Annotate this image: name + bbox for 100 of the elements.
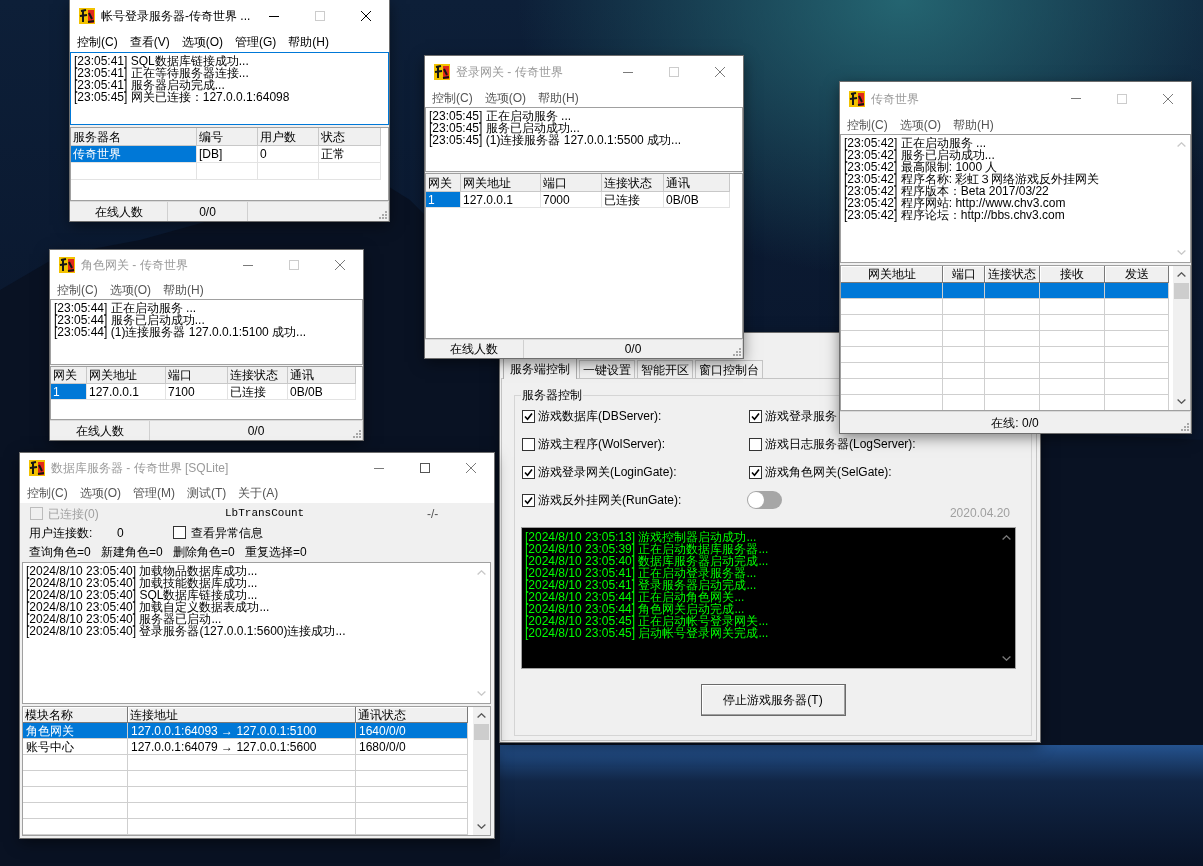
menu-item[interactable]: 帮助(H) [532,88,585,107]
table-cell [943,283,985,299]
menu-item[interactable]: 控制(C) [51,280,104,299]
log-entry: [23:05:42] 程序版本：Beta 2017/03/22 [844,185,1049,197]
table-cell[interactable] [841,283,943,299]
checkbox[interactable]: 游戏数据库(DBServer): [522,408,662,424]
menu-item[interactable]: 关于(A) [232,484,285,502]
menu-item[interactable]: 管理(M) [127,484,181,502]
column-header[interactable]: 发送 [1105,266,1169,283]
log-entry: [2024/8/10 23:05:40] 加载自定义数据表成功... [26,601,270,613]
column-header[interactable]: 端口 [943,266,985,283]
checkbox[interactable]: 游戏主程序(WolServer): [522,436,666,452]
checkbox[interactable]: 查看异常信息 [173,523,263,542]
log-entry: [23:05:42] 正在启动服务 ... [844,137,987,149]
scrollbar-thumb[interactable] [1174,283,1189,299]
menu-item[interactable]: 帮助(H) [157,280,210,299]
vertical-scrollbar[interactable] [473,707,490,835]
column-header[interactable]: 端口 [166,367,228,384]
column-header[interactable]: 通讯 [288,367,356,384]
scroll-up-icon[interactable] [1177,272,1186,277]
column-header[interactable]: 网关 [426,174,461,192]
menu-item[interactable]: 查看(V) [123,33,176,51]
column-header[interactable]: 通讯状态 [356,707,468,723]
checkbox[interactable]: 游戏登录服务 [749,408,837,424]
checkbox[interactable]: 游戏日志服务器(LogServer): [749,436,916,452]
table-cell[interactable]: 账号中心 [23,739,128,755]
column-header[interactable]: 模块名称 [23,707,128,723]
menu-item[interactable]: 选项(O) [175,33,229,51]
column-header[interactable]: 网关地址 [841,266,943,283]
column-header[interactable]: 通讯 [664,174,730,192]
scroll-up-icon[interactable] [1002,535,1011,540]
checkbox[interactable]: 游戏登录网关(LoginGate): [522,464,677,480]
resize-grip-icon[interactable] [379,211,387,219]
resize-grip-icon[interactable] [733,348,741,356]
column-header[interactable]: 连接状态 [228,367,288,384]
log-entry: [23:05:41] 服务器启动完成... [74,79,225,91]
tab[interactable]: 一键设置 [579,360,635,378]
table-cell[interactable]: 传奇世界 [71,146,197,163]
menu-item[interactable]: 控制(C) [426,88,479,107]
status-text: 在线人数 [94,203,143,221]
column-header[interactable]: 连接状态 [602,174,664,192]
table-cell[interactable]: 1 [51,384,87,400]
column-header[interactable]: 网关地址 [87,367,166,384]
vertical-scrollbar[interactable] [1173,266,1190,410]
console-line: [2024/8/10 23:05:45] 正在启动帐号登录网关... [525,615,769,627]
window-title: 数据库服务器 - 传奇世界 [SQLite] [51,460,229,477]
column-header[interactable]: 端口 [541,174,602,192]
log-entry: [23:05:45] 服务已启动成功... [429,122,580,134]
menu-item[interactable]: 控制(C) [21,484,74,502]
resize-grip-icon[interactable] [1181,423,1189,431]
table-cell[interactable]: 角色网关 [23,723,128,739]
menu-item[interactable]: 选项(O) [478,88,532,107]
column-header[interactable]: 状态 [319,128,381,146]
minimize-icon[interactable] [269,15,279,17]
log-entry: [23:05:42] 最高限制: 1000 人 [844,161,998,173]
table-cell: 127.0.0.1:64093 → 127.0.0.1:5100 [128,723,356,739]
menu-item[interactable]: 选项(O) [103,280,157,299]
column-header[interactable]: 连接地址 [128,707,356,723]
close-icon[interactable] [361,11,371,21]
menu-item[interactable]: 选项(O) [893,115,947,134]
log-entry: [23:05:45] (1)连接服务器 127.0.0.1:5500 成功... [429,134,682,146]
column-header[interactable]: 服务器名 [71,128,197,146]
menu-item[interactable]: 帮助(H) [947,115,1000,134]
tab[interactable]: 智能开区 [637,360,693,378]
table-cell: 7100 [166,384,228,400]
menu-item[interactable]: 控制(C) [71,33,124,51]
tab[interactable]: 窗口控制台 [695,360,763,378]
scroll-down-icon[interactable] [1177,399,1186,404]
column-header[interactable]: 编号 [197,128,258,146]
checkbox[interactable]: 游戏反外挂网关(RunGate): [522,492,682,508]
table-cell: 正常 [319,146,381,163]
stop-server-button[interactable]: 停止游戏服务器(T) [700,684,846,716]
table-cell: 1680/0/0 [356,739,468,755]
column-header[interactable]: 网关地址 [461,174,541,192]
log-entry: [23:05:45] 正在启动服务 ... [429,110,572,122]
scroll-down-icon[interactable] [477,824,486,829]
tab[interactable]: 服务端控制 [503,358,577,379]
table-cell: 已连接 [602,192,664,208]
toggle-switch[interactable] [747,491,782,509]
column-header[interactable]: 网关 [51,367,87,384]
log-entry: [23:05:42] 程序网站: http://www.chv3.com [844,197,1066,209]
console-line: [2024/8/10 23:05:41] 登录服务器启动完成... [525,579,757,591]
resize-grip-icon[interactable] [353,430,361,438]
scroll-down-icon[interactable] [1002,656,1011,661]
table-cell[interactable]: 1 [426,192,461,208]
menu-item[interactable]: 帮助(H) [282,33,335,51]
scroll-up-icon[interactable] [477,713,486,718]
column-header[interactable]: 连接状态 [985,266,1040,283]
maximize-icon[interactable] [420,463,430,473]
log-entry: [2024/8/10 23:05:40] 服务器已启动... [26,613,222,625]
column-header[interactable]: 接收 [1040,266,1105,283]
menu-item[interactable]: 控制(C) [841,115,894,134]
log-entry: [23:05:45] 网关已连接：127.0.0.1:64098 [74,91,290,103]
checkbox[interactable]: 游戏角色网关(SelGate): [749,464,892,480]
menu-item[interactable]: 管理(G) [229,33,283,51]
menu-item[interactable]: 选项(O) [73,484,127,502]
menu-item[interactable]: 测试(T) [181,484,233,502]
scrollbar-thumb[interactable] [474,724,489,740]
column-header[interactable]: 用户数 [258,128,319,146]
table-cell: 1640/0/0 [356,723,468,739]
